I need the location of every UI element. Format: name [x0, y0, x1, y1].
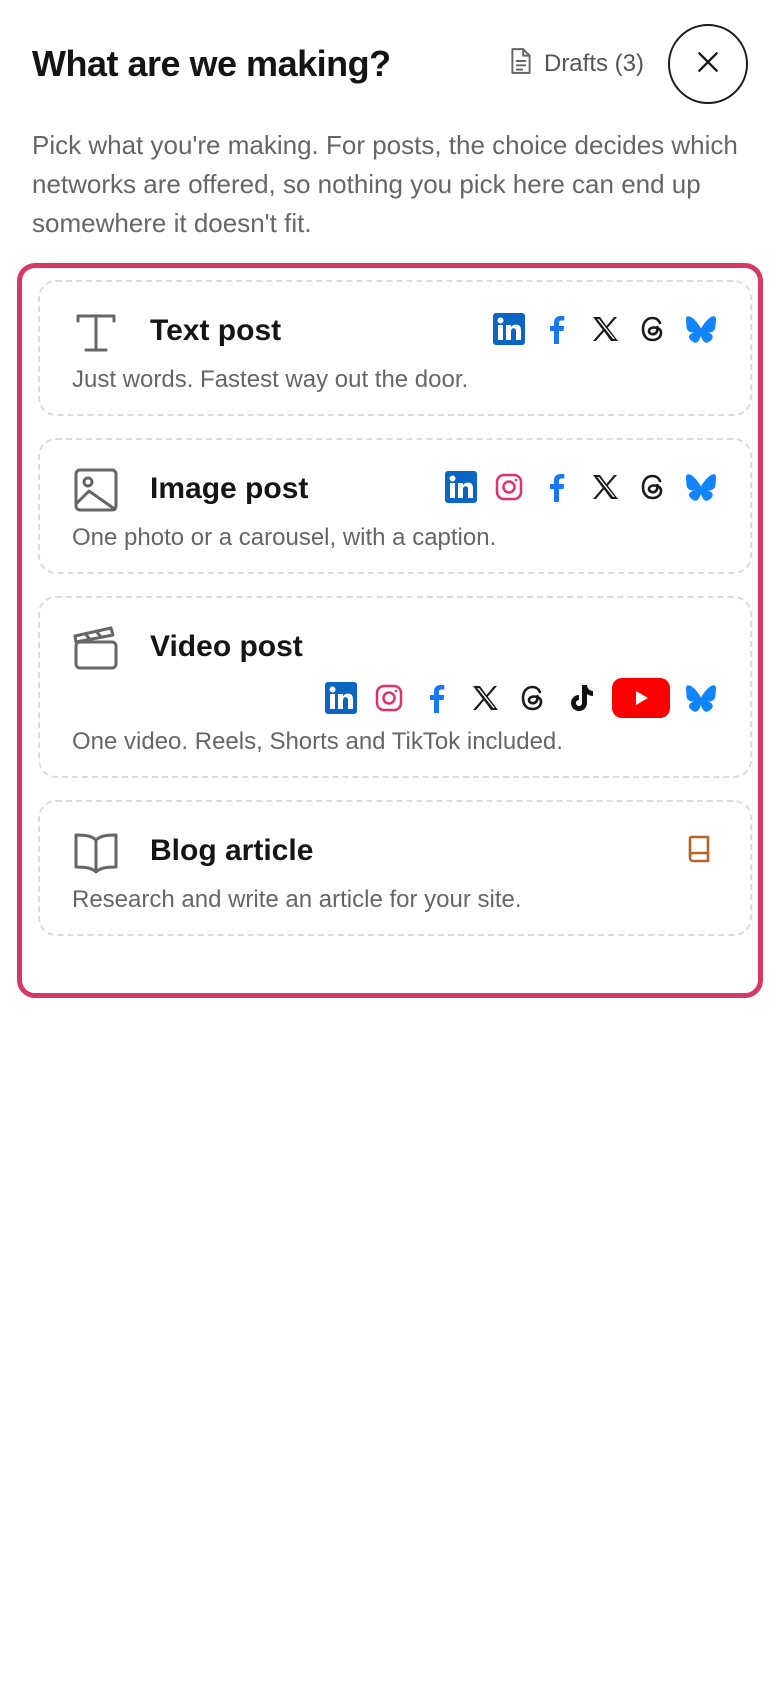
option-title: Blog article [150, 834, 314, 867]
x-icon [588, 470, 622, 504]
intro-text: Pick what you're making. For posts, the … [32, 130, 738, 238]
dialog-header: What are we making? Drafts (3) [32, 24, 748, 104]
network-list [682, 832, 716, 866]
option-title: Text post [150, 314, 282, 347]
bluesky-icon [684, 470, 718, 504]
linkedin-icon [444, 470, 478, 504]
option-title: Video post [150, 630, 303, 663]
instagram-icon [372, 681, 406, 715]
linkedin-icon [324, 681, 358, 715]
bluesky-icon [684, 681, 718, 715]
youtube-icon [612, 678, 670, 718]
option-list: Text post Just words. Fastest way out th… [17, 263, 763, 998]
linkedin-icon [492, 312, 526, 346]
option-description: Research and write an article for your s… [72, 886, 522, 913]
facebook-icon [540, 312, 574, 346]
instagram-icon [492, 470, 526, 504]
document-icon [508, 47, 534, 82]
book-icon [682, 832, 716, 866]
bluesky-icon [684, 312, 718, 346]
drafts-label: Drafts (3) [543, 50, 644, 77]
network-list [324, 678, 718, 718]
option-card-image-post[interactable]: Image post One photo or a carousel, with… [38, 438, 752, 574]
option-description: Just words. Fastest way out the door. [72, 366, 469, 393]
facebook-icon [540, 470, 574, 504]
drafts-button[interactable]: Drafts (3) [508, 47, 644, 82]
close-button[interactable] [668, 24, 748, 104]
threads-icon [516, 681, 550, 715]
page-title: What are we making? [32, 43, 391, 84]
image-icon [72, 466, 120, 514]
threads-icon [636, 312, 670, 346]
close-icon [695, 49, 721, 80]
option-card-video-post[interactable]: Video post One video. Reels, Shorts and … [38, 596, 752, 778]
threads-icon [636, 470, 670, 504]
network-list [444, 470, 718, 504]
tiktok-icon [564, 681, 598, 715]
text-icon [72, 308, 120, 356]
option-description: One photo or a carousel, with a caption. [72, 524, 497, 551]
option-description: One video. Reels, Shorts and TikTok incl… [72, 728, 563, 755]
clapperboard-icon [72, 624, 120, 672]
create-dialog: What are we making? Drafts (3) Pick what… [0, 0, 780, 1688]
network-list [492, 312, 718, 346]
option-card-blog-article[interactable]: Blog article Research and write an artic… [38, 800, 752, 936]
x-icon [588, 312, 622, 346]
option-card-text-post[interactable]: Text post Just words. Fastest way out th… [38, 280, 752, 416]
book-open-icon [72, 828, 120, 876]
option-title: Image post [150, 472, 309, 505]
x-icon [468, 681, 502, 715]
facebook-icon [420, 681, 454, 715]
